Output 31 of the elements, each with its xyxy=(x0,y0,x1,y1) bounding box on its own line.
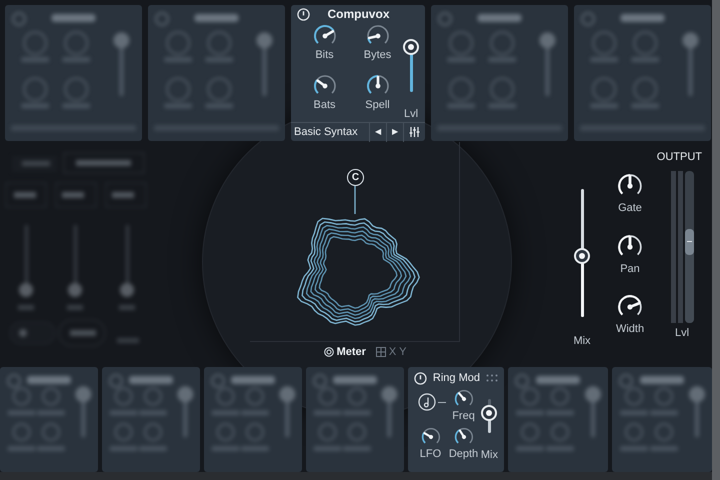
knob-label: Pan xyxy=(620,262,640,276)
slider-label: Mix xyxy=(573,334,591,349)
meter-label: Lvl xyxy=(674,326,690,341)
knob-label: Spell xyxy=(365,98,390,112)
section-title: OUTPUT xyxy=(656,150,702,165)
slider-label: Mix xyxy=(480,448,498,463)
previous-preset-button[interactable]: ◀ xyxy=(369,122,386,142)
view-tab[interactable]: X Y xyxy=(376,344,406,360)
grip-icon[interactable] xyxy=(486,374,498,382)
power-icon[interactable] xyxy=(297,8,310,21)
note-icon[interactable] xyxy=(418,393,436,411)
grid-icon xyxy=(376,347,386,357)
preset-name[interactable]: Basic Syntax xyxy=(291,124,369,140)
knob-label: Gate xyxy=(618,201,642,216)
meter-icon xyxy=(324,347,334,357)
knob-label: Width xyxy=(616,322,644,337)
sliders-icon[interactable] xyxy=(409,127,420,137)
module-title: Compuvox xyxy=(326,6,390,24)
fader-track[interactable] xyxy=(684,171,694,323)
knob-label: Bits xyxy=(315,48,334,62)
module-title: Ring Mod xyxy=(432,370,480,386)
view-tab[interactable]: Meter xyxy=(324,344,366,360)
knob-label: Bats xyxy=(313,98,336,112)
slider-label: Lvl xyxy=(404,106,418,122)
knob-label: Depth xyxy=(448,448,478,461)
next-preset-button[interactable]: ▶ xyxy=(386,122,403,142)
knob-label: Freq xyxy=(452,410,475,423)
connector-line xyxy=(354,186,356,214)
knob-label: LFO xyxy=(420,448,442,461)
knob-label: Bytes xyxy=(364,48,392,62)
power-icon[interactable] xyxy=(414,372,427,384)
